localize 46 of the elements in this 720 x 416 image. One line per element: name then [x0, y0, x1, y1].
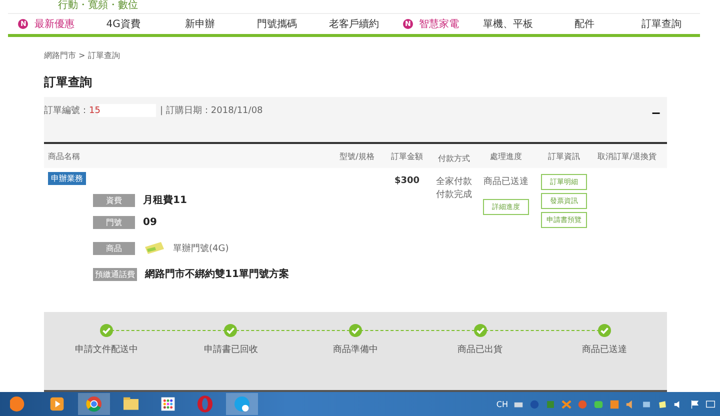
nav-item[interactable]: 新申辦 [162, 17, 239, 31]
column-header: 付款方式 [437, 152, 471, 164]
chat-icon[interactable] [593, 398, 604, 410]
column-header: 訂單資訊 [547, 150, 581, 162]
order-amount: $300 [393, 175, 421, 186]
tray-app-icon[interactable] [609, 398, 620, 410]
payment-status: 全家付款 [436, 176, 472, 189]
detail-label: 商品 [93, 242, 135, 254]
column-header: 取消訂單/退換貨 [596, 150, 658, 162]
column-header: 處理進度 [489, 150, 523, 162]
step-label: 商品已送達 [582, 344, 628, 356]
step-label: 申請文件配送中 [74, 344, 138, 356]
order-number: 訂單編號：15 [44, 104, 156, 117]
tray-app-icon[interactable] [561, 398, 572, 410]
chrome-icon[interactable] [78, 393, 110, 415]
nav-item[interactable]: 門號攜碼 [238, 17, 316, 31]
order-date: | 訂購日期：2018/11/08 [160, 104, 264, 117]
breadcrumb: 網路門市 > 訂單查詢 [44, 50, 121, 61]
column-header: 商品名稱 [47, 150, 81, 162]
processing-status: 商品已送達 [484, 176, 528, 189]
column-header: 訂單金額 [390, 150, 424, 162]
step-label: 商品已出貨 [458, 344, 503, 356]
nav-item[interactable]: 老客戶續約 [316, 17, 392, 31]
tray-app-icon[interactable] [657, 398, 668, 410]
step-label: 申請書已回收 [204, 344, 258, 356]
nav-item[interactable]: 單機、平板 [469, 17, 546, 31]
service-tag: 申辦業務 [48, 172, 86, 185]
detail-label: 門號 [93, 216, 135, 228]
nav-item[interactable]: 配件 [546, 17, 624, 31]
detail-value: 月租費11 [143, 194, 187, 207]
nav-item[interactable]: 4G資費 [84, 17, 162, 31]
detail-value: 網路門市不綁約雙11單門號方案 [145, 267, 289, 281]
nav-item[interactable]: 訂單查詢 [623, 17, 700, 31]
flag-icon[interactable] [689, 398, 700, 410]
step-label: 商品準備中 [332, 344, 378, 356]
payment-status: 付款完成 [436, 189, 472, 202]
detail-label: 預繳通話費 [93, 268, 137, 280]
detail-label: 資費 [93, 194, 135, 206]
language-indicator[interactable]: CH [496, 400, 508, 408]
sim-card-icon [143, 241, 165, 255]
desktop-icon[interactable] [705, 398, 716, 410]
column-header: 型號/規格 [338, 150, 376, 162]
detail-value: 單辦門號(4G) [173, 242, 229, 254]
page-title: 訂單查詢 [44, 74, 93, 91]
collapse-toggle[interactable]: − [650, 106, 661, 120]
detail-value: 09 [143, 216, 157, 228]
